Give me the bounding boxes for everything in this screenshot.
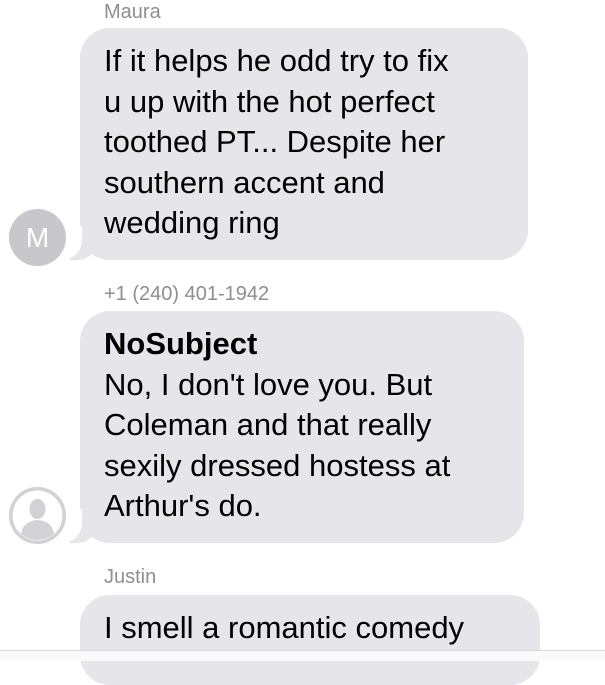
avatar[interactable]: M	[9, 209, 66, 266]
message-bubble[interactable]: NoSubject No, I don't love you. But Cole…	[80, 311, 524, 543]
sender-name: +1 (240) 401-1942	[104, 283, 270, 305]
person-silhouette-icon	[9, 487, 66, 544]
message-bubble[interactable]: If it helps he odd try to fix u up with …	[80, 28, 528, 260]
message-text-line: sexily dressed hostess at	[104, 447, 451, 483]
message-bubble[interactable]: I smell a romantic comedy	[80, 595, 540, 685]
message-text-line: Arthur's do.	[104, 488, 262, 523]
message-text-line: wedding ring	[104, 205, 280, 240]
message-text-line: I smell a romantic comedy	[104, 610, 465, 645]
input-bar-edge	[0, 650, 605, 661]
sender-name: Maura	[104, 1, 161, 23]
bubble-tail	[56, 509, 96, 543]
message-text-line: Coleman and that really	[104, 407, 432, 442]
message-text-line: No, I don't love you. But	[104, 366, 433, 402]
message-text-line: toothed PT... Despite her	[104, 124, 446, 159]
message-subject: NoSubject	[104, 326, 258, 361]
message-thread: Maura If it helps he odd try to fix u up…	[0, 0, 605, 685]
message-text-line: If it helps he odd try to fix	[104, 43, 449, 78]
sender-name: Justin	[104, 566, 157, 588]
bubble-tail	[56, 226, 96, 260]
avatar[interactable]	[9, 487, 66, 544]
message-text-line: u up with the hot perfect	[104, 83, 435, 119]
avatar-initial: M	[25, 222, 50, 253]
message-text-line: southern accent and	[104, 164, 385, 200]
